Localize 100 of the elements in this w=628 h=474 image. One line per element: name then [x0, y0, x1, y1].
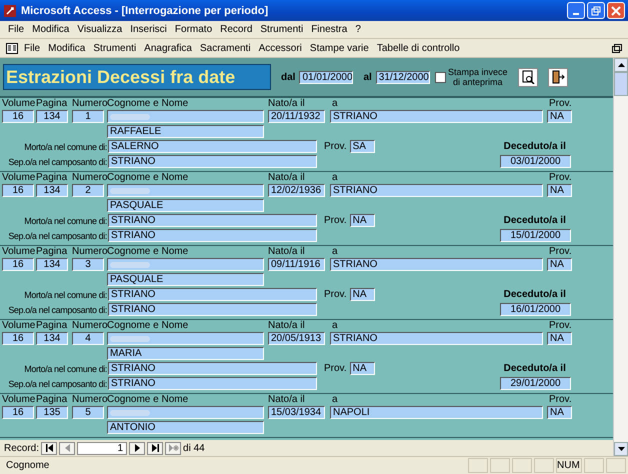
scroll-down-button[interactable]: [614, 442, 628, 456]
birth-place-field[interactable]: STRIANO: [330, 258, 543, 271]
birth-place-field[interactable]: STRIANO: [330, 184, 543, 197]
close-button[interactable]: [607, 2, 625, 19]
menu-item[interactable]: Visualizza: [73, 24, 126, 35]
menu-item[interactable]: Sacramenti: [196, 42, 255, 54]
menu-item[interactable]: Record: [216, 24, 256, 35]
birth-province-field[interactable]: NA: [547, 332, 572, 345]
form-icon[interactable]: [6, 42, 18, 54]
cemetery-field[interactable]: STRIANO: [108, 303, 317, 316]
next-record-button[interactable]: [129, 442, 146, 454]
death-date-field[interactable]: 29/01/2000: [500, 377, 571, 390]
exit-button[interactable]: [548, 68, 568, 86]
death-place-field[interactable]: STRIANO: [108, 214, 317, 227]
surname-field[interactable]: [107, 406, 264, 419]
column-label: Cognome e Nome: [107, 394, 190, 405]
number-field[interactable]: 4: [72, 332, 104, 345]
scrollbar[interactable]: [613, 58, 628, 456]
column-label: Nato/a il: [268, 172, 306, 183]
page-field[interactable]: 135: [36, 406, 68, 419]
death-date-field[interactable]: 15/01/2000: [500, 229, 571, 242]
birth-date-field[interactable]: 20/11/1932: [268, 110, 325, 123]
death-date-field[interactable]: 16/01/2000: [500, 303, 571, 316]
menu-item[interactable]: Formato: [170, 24, 216, 35]
death-place-field[interactable]: SALERNO: [108, 140, 317, 153]
birth-date-field[interactable]: 09/11/1916: [268, 258, 325, 271]
menu-item[interactable]: Strumenti: [256, 24, 308, 35]
number-field[interactable]: 1: [72, 110, 104, 123]
menu-item[interactable]: Finestra: [307, 24, 352, 35]
surname-field[interactable]: [107, 184, 264, 197]
record-number-field[interactable]: 1: [77, 442, 128, 454]
number-field[interactable]: 5: [72, 406, 104, 419]
volume-field[interactable]: 16: [2, 110, 34, 123]
birth-place-field[interactable]: STRIANO: [330, 332, 543, 345]
menu-item[interactable]: Anagrafica: [140, 42, 196, 54]
record-count: di 44: [183, 442, 205, 454]
first-name-field[interactable]: MARIA: [107, 347, 264, 360]
from-date-field[interactable]: 01/01/2000: [299, 70, 354, 84]
volume-field[interactable]: 16: [2, 406, 34, 419]
birth-date-field[interactable]: 12/02/1936: [268, 184, 325, 197]
minimize-button[interactable]: [567, 2, 585, 19]
birth-place-field[interactable]: NAPOLI: [330, 406, 543, 419]
birth-province-field[interactable]: NA: [547, 406, 572, 419]
death-place-label: Morto/a nel comune di:: [23, 216, 107, 226]
death-province-field[interactable]: SA: [350, 140, 375, 153]
column-label: Cognome e Nome: [107, 246, 190, 257]
number-field[interactable]: 3: [72, 258, 104, 271]
menu-item[interactable]: Inserisci: [126, 24, 171, 35]
scroll-up-button[interactable]: [614, 58, 628, 72]
birth-province-field[interactable]: NA: [547, 258, 572, 271]
death-province-field[interactable]: NA: [350, 362, 375, 375]
first-record-button[interactable]: [41, 442, 58, 454]
death-place-field[interactable]: STRIANO: [108, 288, 317, 301]
birth-province-field[interactable]: NA: [547, 184, 572, 197]
menu-item[interactable]: Stampe varie: [306, 42, 373, 54]
menu-item[interactable]: Accessori: [254, 42, 306, 54]
page-field[interactable]: 134: [36, 258, 68, 271]
cemetery-field[interactable]: STRIANO: [108, 377, 317, 390]
last-record-button[interactable]: [147, 442, 164, 454]
menu-item[interactable]: ?: [351, 24, 365, 35]
to-date-field[interactable]: 31/12/2000: [376, 70, 430, 84]
column-label: Nato/a il: [268, 320, 306, 331]
page-field[interactable]: 134: [36, 184, 68, 197]
restore-icon: [591, 6, 601, 16]
restore-button[interactable]: [587, 2, 605, 19]
menu-item[interactable]: Modifica: [28, 24, 74, 35]
death-province-field[interactable]: NA: [350, 288, 375, 301]
province-label: Prov.: [324, 215, 347, 226]
page-field[interactable]: 134: [36, 110, 68, 123]
scroll-thumb[interactable]: [614, 72, 628, 96]
volume-field[interactable]: 16: [2, 332, 34, 345]
page-field[interactable]: 134: [36, 332, 68, 345]
birth-place-field[interactable]: STRIANO: [330, 110, 543, 123]
death-province-field[interactable]: NA: [350, 214, 375, 227]
menu-item[interactable]: File: [4, 24, 28, 35]
menu-item[interactable]: Tabelle di controllo: [372, 42, 464, 54]
preview-button[interactable]: [518, 68, 538, 86]
print-checkbox[interactable]: [434, 72, 446, 82]
menu-item[interactable]: Strumenti: [89, 42, 140, 54]
status-text: Cognome: [5, 460, 50, 471]
first-name-field[interactable]: ANTONIO: [107, 421, 264, 434]
volume-field[interactable]: 16: [2, 184, 34, 197]
surname-field[interactable]: [107, 258, 264, 271]
volume-field[interactable]: 16: [2, 258, 34, 271]
death-date-field[interactable]: 03/01/2000: [500, 155, 571, 168]
menu-item[interactable]: Modifica: [44, 42, 90, 54]
first-name-field[interactable]: PASQUALE: [107, 273, 264, 286]
surname-field[interactable]: [107, 332, 264, 345]
birth-province-field[interactable]: NA: [547, 110, 572, 123]
cemetery-field[interactable]: STRIANO: [108, 229, 317, 242]
number-field[interactable]: 2: [72, 184, 104, 197]
cemetery-field[interactable]: STRIANO: [108, 155, 317, 168]
death-place-field[interactable]: STRIANO: [108, 362, 317, 375]
first-name-field[interactable]: PASQUALE: [107, 199, 264, 212]
birth-date-field[interactable]: 20/05/1913: [268, 332, 325, 345]
surname-field[interactable]: [107, 110, 264, 123]
birth-date-field[interactable]: 15/03/1934: [268, 406, 325, 419]
first-name-field[interactable]: RAFFAELE: [107, 125, 264, 138]
restore-icon[interactable]: [612, 44, 622, 52]
menu-item[interactable]: File: [20, 42, 44, 54]
